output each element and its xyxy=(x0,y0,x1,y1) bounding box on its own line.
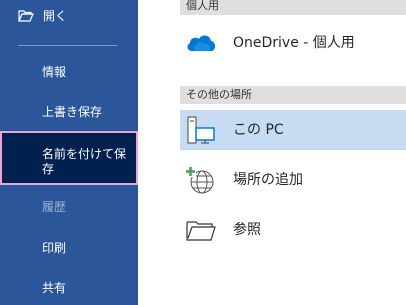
sidebar-item-label: 上書き保存 xyxy=(42,105,103,119)
sidebar-item-label: 名前を付けて保 存 xyxy=(42,147,127,176)
sidebar-item-label: 印刷 xyxy=(42,241,67,255)
sidebar-item-open[interactable]: 開く xyxy=(0,8,138,25)
sidebar-divider xyxy=(18,45,117,46)
sidebar-item-label: 情報 xyxy=(42,65,67,79)
folder-browse-icon xyxy=(186,221,216,241)
cloud-icon xyxy=(187,35,216,51)
location-this-pc[interactable]: この PC xyxy=(180,110,406,150)
sidebar-item-label: 履歴 xyxy=(42,200,67,214)
globe-add-icon xyxy=(185,166,214,194)
sidebar-item-print[interactable]: 印刷 xyxy=(0,240,138,257)
sidebar-item-history[interactable]: 履歴 xyxy=(0,199,138,216)
section-header-personal: 個人用 xyxy=(180,0,406,15)
location-onedrive[interactable]: OneDrive - 個人用 xyxy=(180,23,406,63)
location-add-place[interactable]: 場所の追加 xyxy=(180,160,406,200)
sidebar-item-save[interactable]: 上書き保存 xyxy=(0,104,138,121)
section-header-other-locations: その他の場所 xyxy=(180,86,406,104)
sidebar-item-label: 共有 xyxy=(42,281,67,295)
backstage-sidebar: 開く 情報 上書き保存 名前を付けて保 存 履歴 印刷 共有 xyxy=(0,0,138,305)
save-as-locations-panel: 個人用 OneDrive - 個人用 その他の場所 この PC 場所の追加 参照 xyxy=(138,0,406,305)
sidebar-item-save-as[interactable]: 名前を付けて保 存 xyxy=(0,131,138,185)
folder-open-icon xyxy=(18,10,34,22)
sidebar-item-info[interactable]: 情報 xyxy=(0,64,138,81)
location-label: 参照 xyxy=(233,222,261,238)
sidebar-item-share[interactable]: 共有 xyxy=(0,280,138,297)
location-label: この PC xyxy=(233,122,284,138)
location-browse[interactable]: 参照 xyxy=(180,210,406,250)
location-label: 場所の追加 xyxy=(233,172,303,188)
location-label: OneDrive - 個人用 xyxy=(233,35,355,51)
sidebar-item-label: 開く xyxy=(43,9,68,23)
computer-icon xyxy=(187,116,215,144)
